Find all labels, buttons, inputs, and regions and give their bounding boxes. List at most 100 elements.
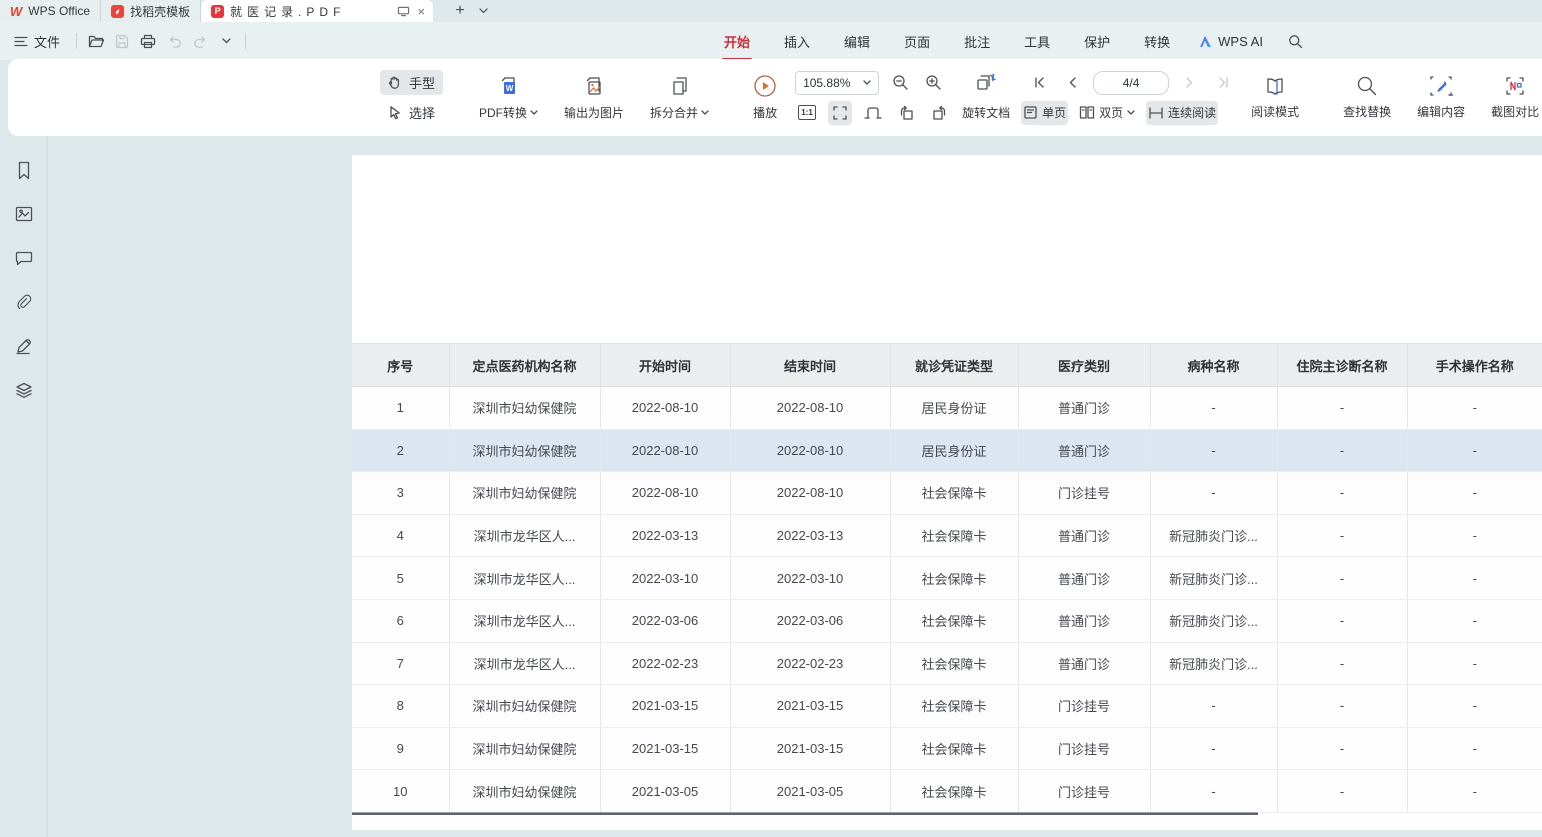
export-image-button[interactable]: 输出为图片	[556, 68, 632, 127]
table-cell: 10	[352, 770, 449, 813]
open-file-icon[interactable]	[83, 28, 109, 54]
table-cell: -	[1407, 642, 1542, 685]
table-cell: 新冠肺炎门诊...	[1150, 599, 1277, 642]
hand-tool-label: 手型	[409, 73, 435, 92]
fit-page-button[interactable]	[861, 101, 885, 125]
menu-annotate[interactable]: 批注	[962, 28, 992, 55]
chevron-down-icon	[863, 80, 871, 85]
menu-page[interactable]: 页面	[902, 28, 932, 55]
menu-protect[interactable]: 保护	[1082, 28, 1112, 55]
chevron-down-icon	[1127, 110, 1135, 115]
table-row: 4深圳市龙华区人...2022-03-132022-03-13社会保障卡普通门诊…	[352, 514, 1542, 557]
table-cell: 2021-03-15	[600, 685, 730, 728]
zoom-level-select[interactable]: 105.88%	[795, 71, 879, 95]
menu-home[interactable]: 开始	[722, 28, 752, 55]
column-header: 医疗类别	[1018, 344, 1150, 387]
comments-panel-icon[interactable]	[11, 245, 37, 271]
next-page-button[interactable]	[1178, 71, 1202, 95]
single-page-icon	[1023, 105, 1038, 120]
reading-mode-button[interactable]: 阅读模式	[1243, 59, 1307, 136]
tab-document[interactable]: P 就医记录.PDF ×	[201, 0, 433, 22]
close-tab-icon[interactable]: ×	[418, 5, 426, 18]
menu-insert[interactable]: 插入	[782, 28, 812, 55]
new-tab-button[interactable]: +	[447, 0, 473, 22]
last-page-button[interactable]	[1211, 71, 1235, 95]
rotate-left-icon	[898, 105, 915, 121]
reading-mode-label: 阅读模式	[1251, 103, 1299, 120]
table-row: 5深圳市龙华区人...2022-03-102022-03-10社会保障卡普通门诊…	[352, 557, 1542, 600]
monitor-icon[interactable]	[397, 6, 410, 17]
redo-icon[interactable]	[187, 28, 213, 54]
table-cell: 2021-03-15	[600, 727, 730, 770]
rotate-left-button[interactable]	[894, 101, 918, 125]
tab-label: 找稻壳模板	[130, 3, 190, 20]
table-cell: 新冠肺炎门诊...	[1150, 642, 1277, 685]
column-header: 序号	[352, 344, 449, 387]
screenshot-compare-button[interactable]: 截图对比	[1483, 69, 1542, 126]
table-cell: 门诊挂号	[1018, 770, 1150, 813]
table-cell: 普通门诊	[1018, 557, 1150, 600]
export-image-label: 输出为图片	[564, 104, 624, 121]
undo-icon[interactable]	[161, 28, 187, 54]
tab-docer-templates[interactable]: 找稻壳模板	[101, 0, 201, 22]
tab-list-chevron-icon[interactable]	[473, 0, 493, 22]
bookmarks-panel-icon[interactable]	[11, 157, 37, 183]
tab-wps-office[interactable]: W WPS Office	[0, 0, 101, 22]
table-cell: -	[1277, 642, 1407, 685]
actual-size-button[interactable]: 1:1	[795, 101, 819, 125]
fit-width-button[interactable]	[828, 101, 852, 125]
save-icon[interactable]	[109, 28, 135, 54]
menu-edit[interactable]: 编辑	[842, 28, 872, 55]
page-indicator-field[interactable]: 4/4	[1093, 71, 1169, 95]
edit-content-button[interactable]: 编辑内容	[1409, 69, 1473, 126]
export-image-icon	[582, 74, 606, 98]
file-menu-button[interactable]: 文件	[0, 32, 70, 51]
play-label: 播放	[753, 104, 777, 121]
zoom-in-button[interactable]	[921, 71, 945, 95]
table-bottom-scrollbar[interactable]	[352, 812, 1258, 815]
table-cell: 普通门诊	[1018, 429, 1150, 472]
first-page-button[interactable]	[1027, 71, 1051, 95]
layers-panel-icon[interactable]	[11, 377, 37, 403]
table-cell: 2022-08-10	[600, 387, 730, 430]
rotate-right-button[interactable]	[927, 101, 951, 125]
tab-bar: W WPS Office 找稻壳模板 P 就医记录.PDF × +	[0, 0, 1542, 22]
select-tool-button[interactable]: 选择	[380, 100, 443, 125]
replace-page-button[interactable]	[973, 71, 999, 95]
pdf-convert-button[interactable]: W PDF转换	[471, 68, 546, 127]
print-icon[interactable]	[135, 28, 161, 54]
pdf-page[interactable]: 序号定点医药机构名称开始时间结束时间就诊凭证类型医疗类别病种名称住院主诊断名称手…	[352, 155, 1542, 830]
single-page-button[interactable]: 单页	[1021, 101, 1068, 125]
table-cell: -	[1407, 685, 1542, 728]
thumbnails-panel-icon[interactable]	[11, 201, 37, 227]
find-replace-button[interactable]: 查找替换	[1335, 69, 1399, 126]
previous-page-button[interactable]	[1060, 71, 1084, 95]
quickbar-chevron-icon[interactable]	[213, 28, 239, 54]
menu-search-icon[interactable]	[1283, 28, 1309, 54]
pdf-to-word-icon: W	[497, 74, 521, 98]
table-cell: 2022-03-06	[600, 599, 730, 642]
continuous-reading-button[interactable]: 连续阅读	[1146, 101, 1218, 125]
table-cell: 社会保障卡	[890, 557, 1018, 600]
divider	[245, 33, 246, 49]
table-cell: -	[1277, 429, 1407, 472]
table-cell: 5	[352, 557, 449, 600]
wps-ai-button[interactable]: WPS AI	[1198, 34, 1263, 49]
cursor-icon	[388, 105, 402, 120]
split-merge-button[interactable]: 拆分合并	[642, 68, 717, 127]
table-cell: 深圳市龙华区人...	[449, 514, 600, 557]
swap-pages-icon	[975, 73, 997, 93]
play-button[interactable]: 播放	[745, 59, 785, 136]
table-cell: 新冠肺炎门诊...	[1150, 514, 1277, 557]
hand-tool-button[interactable]: 手型	[380, 70, 443, 95]
signature-panel-icon[interactable]	[11, 333, 37, 359]
attachments-panel-icon[interactable]	[11, 289, 37, 315]
zoom-out-button[interactable]	[888, 71, 912, 95]
double-page-button[interactable]: 双页	[1077, 101, 1137, 125]
table-cell: 2022-02-23	[600, 642, 730, 685]
table-cell: 深圳市妇幼保健院	[449, 770, 600, 813]
menu-convert[interactable]: 转换	[1142, 28, 1172, 55]
table-cell: 2022-08-10	[730, 472, 890, 515]
rotate-document-button[interactable]: 旋转文档	[960, 101, 1012, 125]
menu-tools[interactable]: 工具	[1022, 28, 1052, 55]
